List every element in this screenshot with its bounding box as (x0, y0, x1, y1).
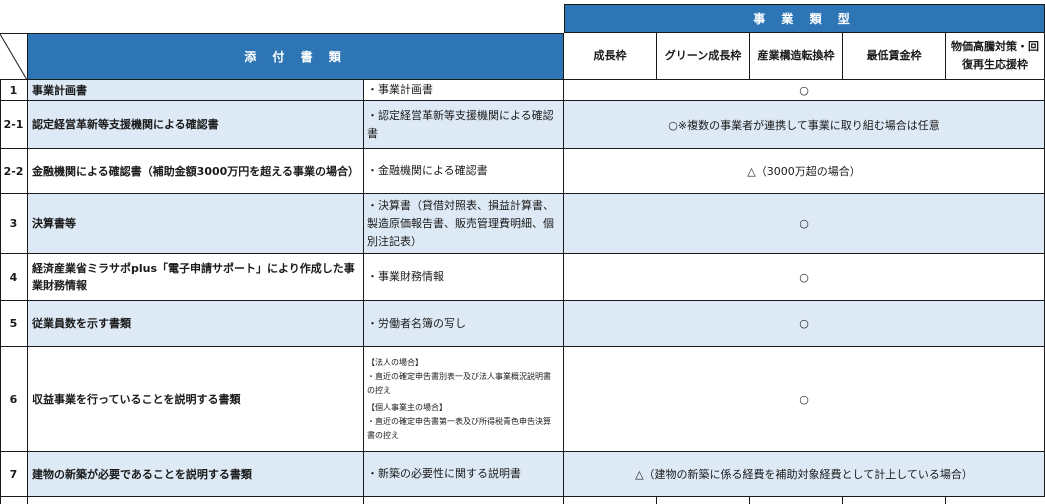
sole-proprietor-case-detail: ・直近の確定申告書第一表及び所得税青色申告決算書の控え (367, 416, 551, 440)
attachments-header: 添 付 書 類 (28, 33, 564, 80)
requirement-cell: ○ (564, 194, 1045, 254)
document-detail: ・事業計画書 (364, 80, 564, 101)
document-name: 従業員数を示す書類 (28, 301, 364, 347)
row-number: 7 (0, 452, 28, 497)
document-detail: ・新築の必要性に関する説明書 (364, 452, 564, 497)
table-left-border (0, 80, 1, 504)
next-row-partial (657, 497, 750, 504)
document-name: 経済産業省ミラサポplus「電子申請サポート」により作成した事業財務情報 (28, 254, 364, 301)
document-detail: 【法人の場合】 ・直近の確定申告書別表一及び法人事業概況説明書の控え 【個人事業… (364, 347, 564, 452)
requirement-cell: ○ (564, 347, 1045, 452)
row-number: 2-2 (0, 149, 28, 194)
requirement-cell: ○ (564, 80, 1045, 101)
next-row-partial (843, 497, 946, 504)
document-detail: ・事業財務情報 (364, 254, 564, 301)
header-diagonal-cell (0, 33, 28, 80)
document-name: 収益事業を行っていることを説明する書類 (28, 347, 364, 452)
document-detail: ・決算書（貸借対照表、損益計算書、製造原価報告書、販売管理費明細、個別注記表） (364, 194, 564, 254)
column-header-industrial-transformation: 産業構造転換枠 (750, 33, 843, 80)
row-number: 1 (0, 80, 28, 101)
sole-proprietor-case-label: 【個人事業主の場合】 (367, 402, 447, 412)
column-header-price-surge-recovery: 物価高騰対策・回復再生応援枠 (946, 33, 1045, 80)
document-detail: ・認定経営革新等支援機関による確認書 (364, 101, 564, 149)
diagonal-line-icon (0, 34, 27, 80)
corporate-case-label: 【法人の場合】 (367, 357, 423, 367)
next-row-partial (750, 497, 843, 504)
requirement-cell: △（3000万超の場合） (564, 149, 1045, 194)
business-type-header: 事 業 類 型 (564, 4, 1045, 33)
row-number: 5 (0, 301, 28, 347)
document-name: 認定経営革新等支援機関による確認書 (28, 101, 364, 149)
document-name: 事業計画書 (28, 80, 364, 101)
document-name: 決算書等 (28, 194, 364, 254)
document-name: 金融機関による確認書（補助金額3000万円を超える事業の場合） (28, 149, 364, 194)
requirement-cell: ○ (564, 254, 1045, 301)
next-row-partial (364, 497, 564, 504)
column-header-minimum-wage: 最低賃金枠 (843, 33, 946, 80)
next-row-partial (28, 497, 364, 504)
column-header-green-growth: グリーン成長枠 (657, 33, 750, 80)
row-number: 2-1 (0, 101, 28, 149)
document-detail: ・労働者名簿の写し (364, 301, 564, 347)
row-number: 3 (0, 194, 28, 254)
row-number: 4 (0, 254, 28, 301)
requirement-cell: ○※複数の事業者が連携して事業に取り組む場合は任意 (564, 101, 1045, 149)
business-type-title: 事 業 類 型 (753, 12, 856, 26)
document-name: 建物の新築が必要であることを説明する書類 (28, 452, 364, 497)
corporate-case-detail: ・直近の確定申告書別表一及び法人事業概況説明書の控え (367, 371, 551, 395)
attachments-title: 添 付 書 類 (244, 50, 347, 64)
requirement-cell: ○ (564, 301, 1045, 347)
next-row-partial (564, 497, 657, 504)
column-header-growth: 成長枠 (564, 33, 657, 80)
document-detail: ・金融機関による確認書 (364, 149, 564, 194)
requirement-cell: △（建物の新築に係る経費を補助対象経費として計上している場合） (564, 452, 1045, 497)
row-number: 6 (0, 347, 28, 452)
next-row-partial (0, 497, 28, 504)
